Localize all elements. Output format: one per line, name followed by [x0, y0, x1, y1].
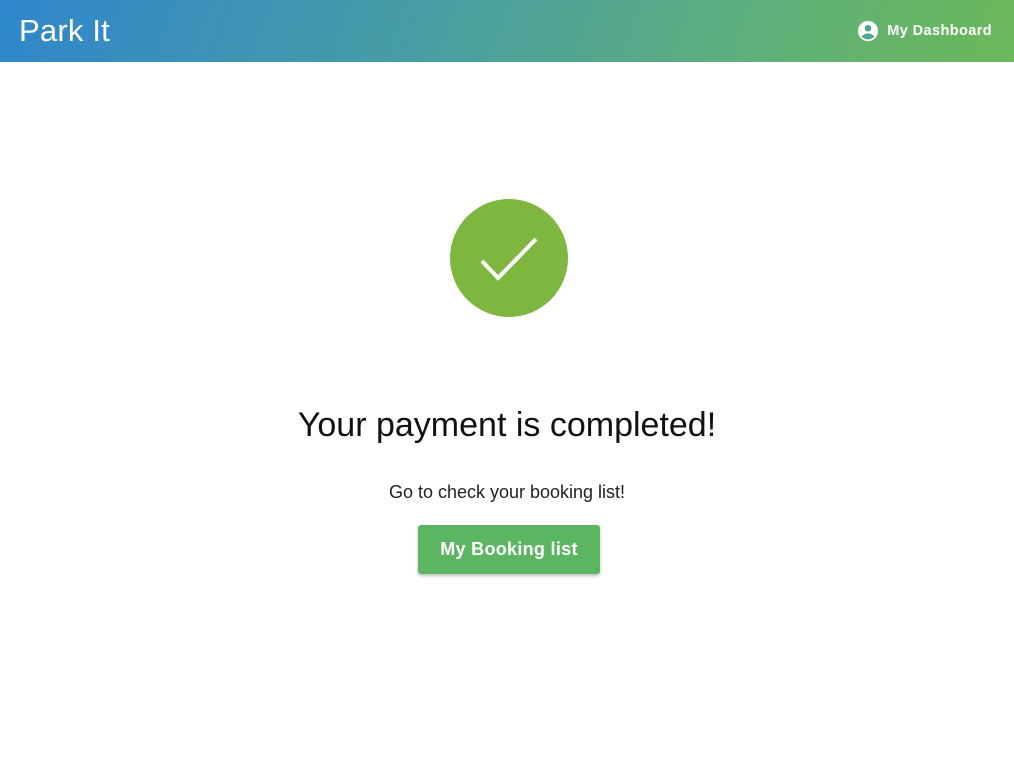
booking-list-prompt: Go to check your booking list!: [388, 482, 626, 502]
my-dashboard-link[interactable]: My Dashboard: [857, 20, 992, 42]
app-title[interactable]: Park It: [19, 13, 110, 49]
app-header: Park It My Dashboard: [0, 0, 1014, 62]
payment-success-panel: Your payment is completed! Go to check y…: [0, 62, 1014, 776]
my-dashboard-label: My Dashboard: [887, 23, 992, 39]
account-circle-icon: [857, 20, 879, 42]
my-booking-list-button[interactable]: My Booking list: [418, 525, 600, 574]
payment-completed-heading: Your payment is completed!: [297, 406, 717, 444]
check-circle-icon: [450, 199, 568, 317]
